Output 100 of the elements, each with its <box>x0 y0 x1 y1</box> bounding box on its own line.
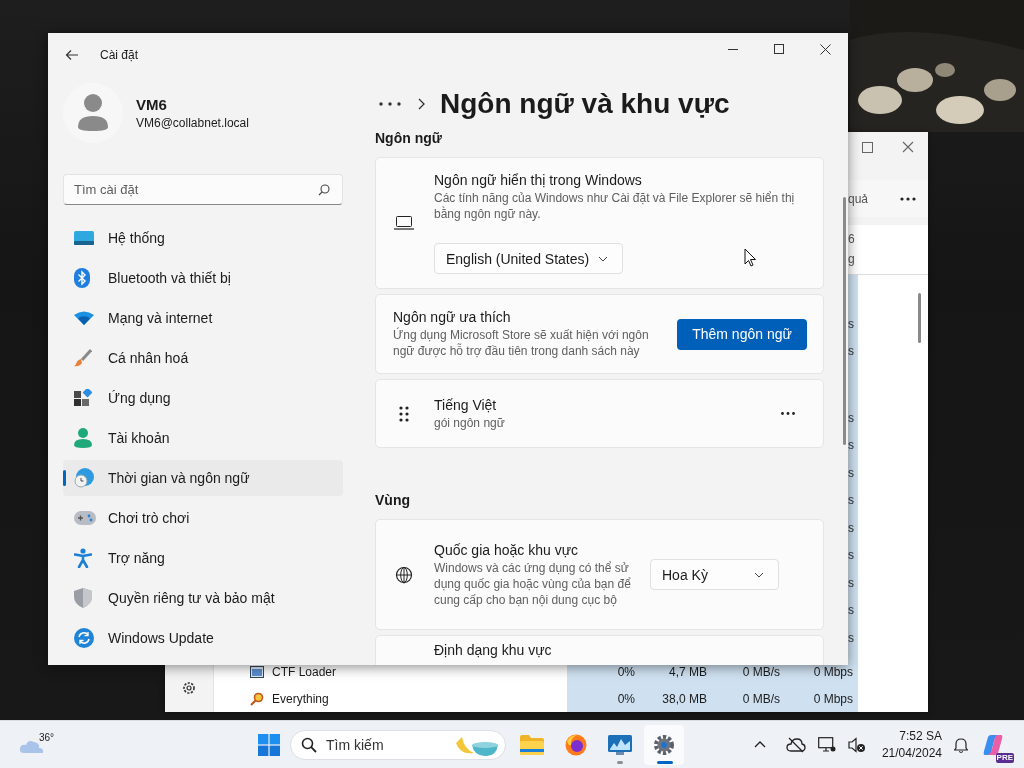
back-arrow-icon[interactable] <box>65 49 79 61</box>
table-cell-text: s <box>848 410 855 425</box>
setting-title: Tiếng Việt <box>434 396 498 413</box>
maximize-icon <box>774 44 784 54</box>
process-name: Everything <box>272 691 329 706</box>
shield-icon <box>74 588 92 608</box>
sidebar-item[interactable]: Chơi trò chơi <box>63 500 343 536</box>
sidebar-item[interactable]: Windows Update <box>63 620 343 656</box>
table-cell-text: 0% <box>616 691 635 706</box>
wifi-icon <box>74 311 94 325</box>
sidebar-item[interactable]: Thời gian và ngôn ngữ <box>63 460 343 496</box>
table-cell-text: s <box>848 344 855 358</box>
settings-icon[interactable] <box>181 680 197 696</box>
section-heading: Ngôn ngữ <box>375 130 443 146</box>
globe-icon <box>393 565 415 584</box>
table-cell-text: s <box>848 548 855 562</box>
table-cell-text: 38,0 MB <box>661 691 707 706</box>
minimize-icon <box>728 48 738 50</box>
language-dropdown[interactable]: English (United States) <box>434 243 623 274</box>
setting-description: Ứng dụng Microsoft Store sẽ xuất hiện với ngôn ngữ được hỗ trợ đầu tiên trong danh sách này <box>393 327 650 359</box>
search-field[interactable]: Tìm kiếm <box>290 729 506 760</box>
setting-description: Các tính năng của Windows như Cài đặt và File Explorer sẽ hiển thị bằng ngôn ngữ này. <box>434 190 796 222</box>
more-icon[interactable] <box>781 412 795 415</box>
setting-title: Định dạng khu vực <box>434 642 553 658</box>
table-cell-text: s <box>848 316 855 331</box>
apps-icon <box>74 389 92 407</box>
globe-clock-icon <box>74 468 94 488</box>
magnifier-icon <box>250 691 264 706</box>
fox-globe-icon <box>565 733 587 756</box>
monitor-icon <box>74 230 94 246</box>
copilot-icon[interactable] <box>981 732 1005 757</box>
sidebar-item[interactable]: Bluetooth và thiết bị <box>63 260 343 296</box>
table-cell-text: 4,7 MB <box>668 664 707 679</box>
setting-title: Ngôn ngữ hiển thị trong Windows <box>434 172 643 188</box>
scrollbar-thumb[interactable] <box>843 197 846 445</box>
search-field[interactable]: Tìm cài đặt <box>63 174 343 205</box>
folder-icon <box>520 734 544 755</box>
table-cell-text: s <box>848 493 855 507</box>
more-icon[interactable] <box>900 196 916 201</box>
sidebar-item[interactable]: Mạng và internet <box>63 300 343 336</box>
bluetooth-icon <box>74 268 90 288</box>
user-name: VM6 <box>136 96 168 113</box>
chevron-down-icon <box>754 571 764 578</box>
mouse-pointer-icon <box>744 248 757 267</box>
setting-description: gói ngôn ngữ <box>434 414 506 431</box>
add-language-button[interactable]: Thêm ngôn ngữ <box>677 318 807 350</box>
table-cell-text: 0 Mbps <box>812 664 853 679</box>
close-icon <box>819 43 831 55</box>
badge: PRE <box>995 752 1014 763</box>
speaker-muted-icon[interactable] <box>847 736 866 753</box>
table-cell-text: 0% <box>616 664 635 679</box>
scrollbar-thumb[interactable] <box>918 292 921 343</box>
table-cell-text: 0 MB/s <box>741 691 780 706</box>
column-header: 6 <box>848 232 856 247</box>
sidebar-item[interactable]: Quyền riêng tư và bảo mật <box>63 580 343 616</box>
region-dropdown[interactable]: Hoa Kỳ <box>650 559 779 590</box>
chevron-right-icon <box>418 98 425 110</box>
window-icon <box>250 665 264 678</box>
chevron-up-icon[interactable] <box>753 741 766 748</box>
chevron-down-icon <box>598 255 608 262</box>
toolbar-label: quả <box>848 191 869 206</box>
section-heading: Vùng <box>375 492 411 508</box>
close-icon[interactable] <box>901 141 914 153</box>
window-title: Cài đặt <box>100 48 139 62</box>
table-cell-text: s <box>848 438 855 452</box>
sidebar-item[interactable]: Ứng dụng <box>63 380 343 416</box>
maximize-icon[interactable] <box>862 141 874 153</box>
table-cell-text: s <box>848 630 855 645</box>
monitor-chart-icon <box>608 734 632 755</box>
person-icon <box>74 428 92 448</box>
table-cell-text: 0 MB/s <box>741 664 780 679</box>
network-monitor-icon[interactable] <box>817 736 836 753</box>
update-icon <box>74 628 94 648</box>
sidebar-item[interactable]: Tài khoản <box>63 420 343 456</box>
table-cell-text: 0 Mbps <box>812 691 853 706</box>
search-icon <box>301 736 317 753</box>
page-title: Ngôn ngữ và khu vực <box>440 88 730 120</box>
taskbar-app[interactable] <box>644 724 684 765</box>
sidebar-item[interactable]: Trợ năng <box>63 540 343 576</box>
sidebar-item[interactable]: Cá nhân hoá <box>63 340 343 376</box>
setting-title: Ngôn ngữ ưa thích <box>393 309 512 325</box>
table-cell-text: s <box>848 465 855 480</box>
sidebar-item[interactable]: Hệ thống <box>63 220 343 256</box>
cloud-off-icon[interactable] <box>785 736 806 753</box>
gamepad-icon <box>74 511 96 525</box>
column-header: g <box>848 252 856 267</box>
settings-icon <box>653 733 675 756</box>
clock-time[interactable]: 7:52 SA <box>899 727 942 745</box>
search-icon <box>318 184 330 196</box>
bell-icon[interactable] <box>954 736 968 753</box>
setting-description: Windows và các ứng dụng có thể sử dụng quốc gia hoặc vùng của bạn để cung cấp cho bạn nội dung cục bộ <box>434 559 632 608</box>
user-email: VM6@collabnet.local <box>136 116 249 130</box>
more-icon[interactable] <box>379 102 401 106</box>
accessibility-icon <box>74 548 92 568</box>
start-icon[interactable] <box>258 733 280 756</box>
laptop-icon <box>393 216 415 230</box>
brush-icon <box>74 349 92 367</box>
clock-date[interactable]: 21/04/2024 <box>881 744 942 762</box>
table-cell-text: s <box>848 520 855 535</box>
table-cell-text: s <box>848 575 855 590</box>
